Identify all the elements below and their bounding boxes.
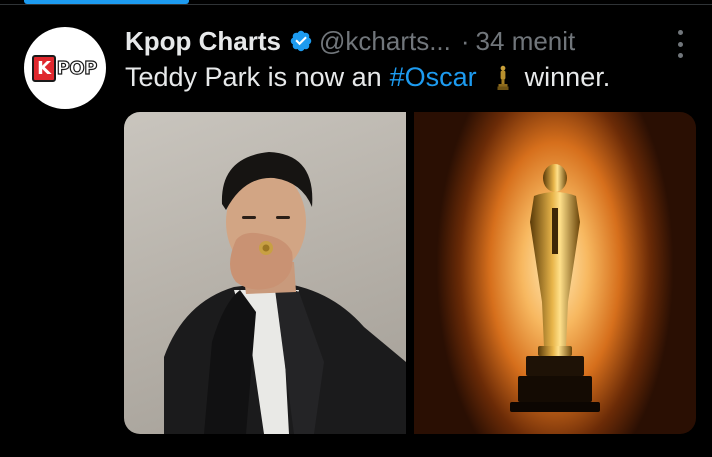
verified-badge-icon[interactable]	[289, 29, 313, 53]
top-divider	[0, 4, 712, 5]
tweet-text-suffix: winner.	[524, 62, 611, 92]
display-name[interactable]: Kpop Charts	[125, 26, 281, 57]
avatar[interactable]: K POP	[24, 27, 106, 109]
oscar-statue-photo[interactable]	[414, 112, 696, 434]
author-handle[interactable]: @kcharts...	[319, 26, 451, 57]
tweet-header: Kpop Charts @kcharts... · 34 menit	[125, 24, 575, 58]
tweet-text: Teddy Park is now an #Oscar winner.	[125, 62, 610, 93]
tweet-view: K POP Kpop Charts @kcharts... · 34 menit …	[0, 0, 712, 457]
kpop-logo: K POP	[32, 54, 98, 82]
hashtag-link[interactable]: #Oscar	[390, 62, 477, 93]
timestamp[interactable]: 34 menit	[476, 26, 576, 57]
more-options-icon[interactable]	[672, 30, 688, 58]
trophy-icon	[497, 65, 509, 90]
teddy-park-portrait[interactable]	[124, 112, 406, 434]
media-grid	[124, 112, 696, 434]
tweet-text-prefix: Teddy Park is now an	[125, 62, 382, 92]
header-separator: ·	[460, 25, 470, 56]
